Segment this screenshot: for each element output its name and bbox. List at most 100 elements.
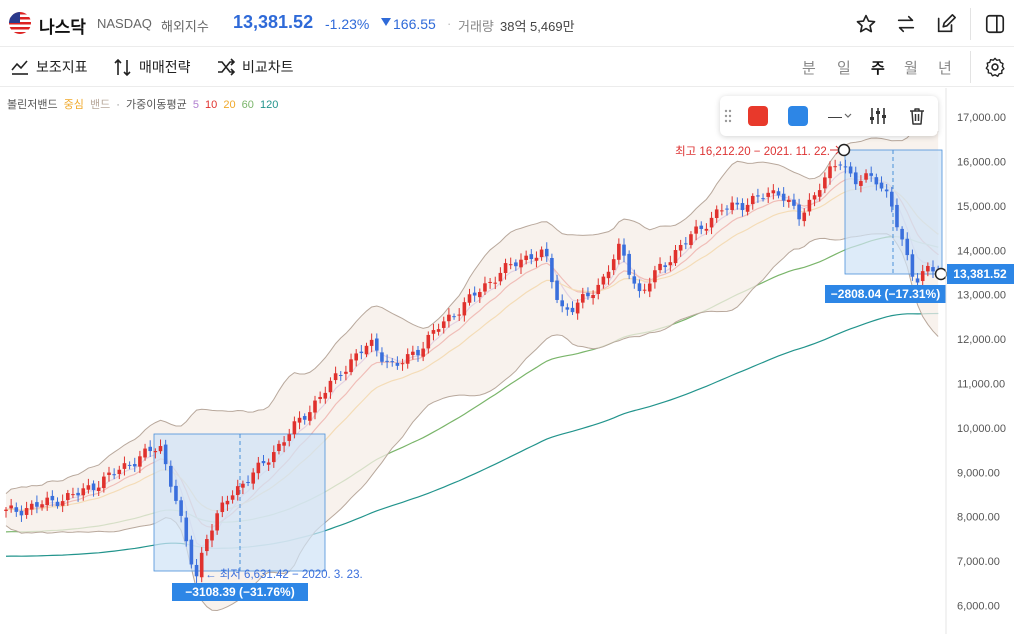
stock-name: 나스닥	[39, 18, 86, 37]
candle-body	[385, 360, 389, 362]
line-color-button[interactable]	[746, 104, 770, 128]
candle-body	[802, 212, 807, 222]
price-chart[interactable]: −3108.39 (−31.76%) −2808.04 (−17.31%) 최고 1…	[0, 88, 1014, 634]
candle-body	[642, 289, 647, 291]
candle-body	[797, 204, 801, 220]
candle-body	[112, 474, 116, 476]
candle-body	[838, 164, 843, 166]
trash-icon[interactable]	[905, 104, 929, 128]
candle-body	[843, 166, 848, 168]
candle-body	[756, 195, 760, 197]
candle-body	[663, 265, 667, 268]
legend-ma20: 20	[223, 99, 236, 111]
candle-body	[771, 190, 776, 194]
candle-body	[591, 295, 595, 299]
candle-body	[71, 494, 75, 496]
sliders-icon[interactable]	[866, 104, 890, 128]
candle-body	[647, 283, 652, 292]
candle-body	[411, 351, 415, 355]
swap-icon[interactable]	[893, 11, 919, 37]
candle-body	[720, 210, 724, 212]
candle-body	[555, 280, 559, 300]
candle-body	[266, 462, 271, 465]
candle-body	[292, 421, 297, 435]
candle-body	[859, 181, 863, 186]
line-style-button[interactable]: —	[824, 104, 856, 128]
candle-body	[920, 271, 925, 282]
candle-body	[19, 510, 24, 516]
candle-body	[359, 351, 364, 354]
candle-body	[926, 265, 930, 272]
legend-ma120: 120	[259, 99, 279, 111]
candle-body	[776, 191, 781, 196]
side-panel-icon[interactable]	[982, 11, 1008, 37]
candle-body	[833, 166, 837, 168]
candle-body	[658, 263, 662, 271]
candle-body	[117, 469, 122, 475]
range-handle-top[interactable]	[837, 143, 851, 157]
candle-body	[472, 292, 477, 296]
candle-body	[158, 446, 163, 452]
range-handle-bottom[interactable]	[934, 267, 948, 281]
candle-body	[380, 352, 384, 362]
price-axis: 17,000.00 16,000.00 15,000.00 14,000.00 13,0…	[945, 88, 1006, 634]
candle-body	[354, 353, 358, 361]
candle-body	[673, 250, 678, 264]
drag-handle-icon[interactable]	[722, 104, 734, 128]
settings-icon[interactable]	[982, 54, 1008, 80]
period-minute[interactable]: 분	[802, 57, 816, 78]
candle-body	[575, 302, 580, 314]
candle-body	[730, 202, 734, 211]
range-1-label: −3108.39 (−31.76%)	[172, 583, 308, 601]
candle-body	[699, 225, 704, 229]
y-tick-label: 9,000.00	[957, 467, 1000, 479]
color-swatch-red	[748, 106, 768, 126]
candle-body	[55, 501, 60, 507]
strategy-label: 매매전략	[139, 59, 191, 75]
star-icon[interactable]	[853, 11, 879, 37]
candle-body	[148, 446, 152, 452]
candle-body	[138, 456, 142, 467]
candle-body	[405, 354, 410, 364]
range-2-label: −2808.04 (−17.31%)	[825, 285, 946, 303]
legend-ma10: 10	[205, 99, 218, 111]
current-price: 13,381.52	[233, 12, 314, 32]
candle-body	[390, 361, 395, 363]
period-day[interactable]: 일	[837, 57, 851, 78]
y-tick-label: 14,000.00	[957, 245, 1006, 257]
period-month[interactable]: 월	[904, 57, 918, 78]
edit-icon[interactable]	[933, 11, 959, 37]
fill-color-button[interactable]	[786, 104, 810, 128]
candle-body	[4, 509, 8, 511]
candle-body	[174, 485, 178, 501]
candle-body	[467, 294, 472, 303]
candle-body	[539, 249, 544, 258]
down-triangle-icon	[381, 18, 391, 26]
compare-button[interactable]: 비교차트	[216, 57, 294, 77]
volume-label: 거래량	[458, 19, 494, 34]
candle-body	[35, 502, 39, 507]
candle-body	[282, 442, 286, 446]
high-annotation: 최고 16,212.20 − 2021. 11. 22.	[675, 145, 830, 158]
candle-body	[81, 488, 86, 496]
y-tick-label: 7,000.00	[957, 556, 1000, 568]
change-rate: -1.23%	[325, 16, 370, 32]
period-week[interactable]: 주	[871, 57, 885, 78]
candle-body	[514, 262, 518, 267]
low-annotation: ← 최저 6,631.42 − 2020. 3. 23.	[205, 568, 363, 581]
candle-body	[714, 209, 719, 219]
candle-body	[787, 199, 791, 203]
candle-body	[668, 262, 673, 266]
candle-body	[508, 264, 513, 266]
legend-bb-center: 중심	[63, 99, 84, 111]
candle-body	[199, 552, 204, 578]
indicators-button[interactable]: 보조지표	[10, 57, 88, 77]
candle-body	[910, 254, 915, 277]
candle-body	[328, 380, 333, 393]
candle-body	[364, 345, 369, 355]
strategy-button[interactable]: 매매전략	[113, 57, 191, 77]
period-year[interactable]: 년	[938, 57, 952, 78]
candle-body	[323, 392, 328, 399]
candle-body	[493, 282, 498, 284]
drawing-toolbar: —	[720, 96, 938, 136]
